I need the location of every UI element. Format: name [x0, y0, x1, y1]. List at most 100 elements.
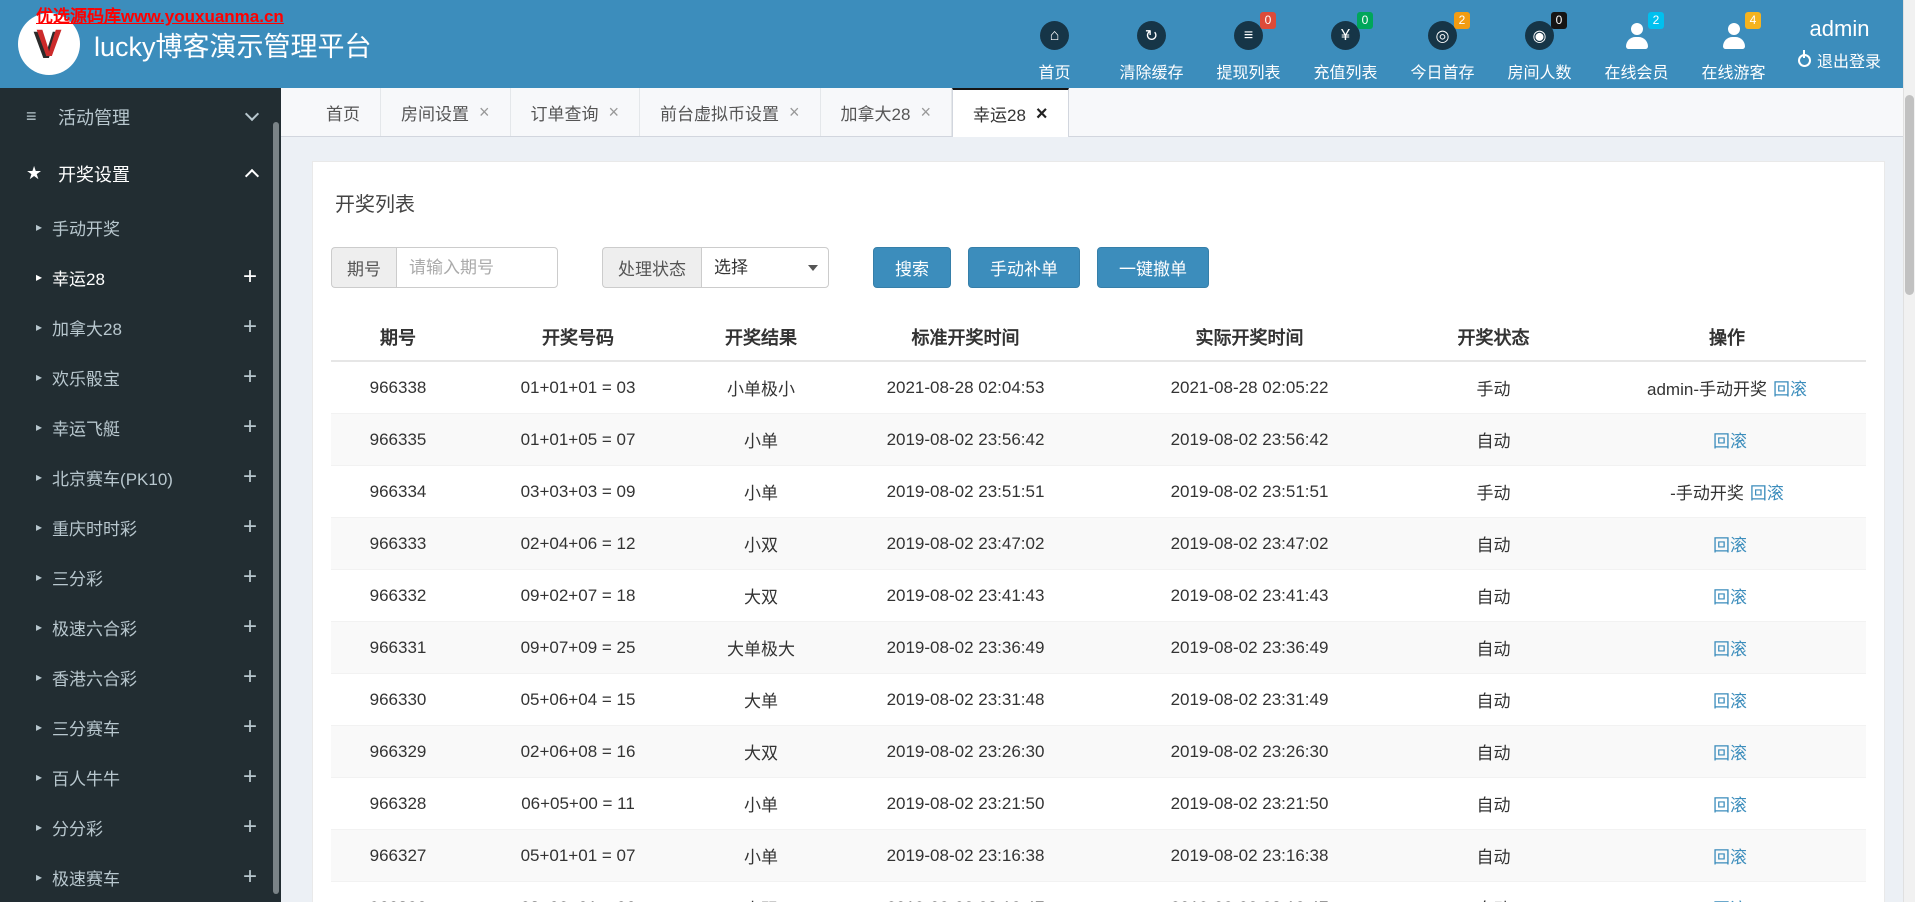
plus-icon[interactable]: + [243, 465, 257, 489]
sidebar-item-happy-sicbo[interactable]: ▸ 欢乐骰宝 + [0, 352, 281, 402]
plus-icon[interactable]: + [243, 615, 257, 639]
plus-icon[interactable]: + [243, 415, 257, 439]
watermark-link[interactable]: 优选源码库www.youxuanma.cn [36, 2, 284, 27]
nav-badge: 2 [1453, 12, 1470, 29]
tab-home[interactable]: 首页 [306, 88, 381, 136]
sidebar-item-chongqing-ssc[interactable]: ▸ 重庆时时彩 + [0, 502, 281, 552]
sidebar-item-speed-mark-six[interactable]: ▸ 极速六合彩 + [0, 602, 281, 652]
cell-draw-status: 自动 [1399, 413, 1588, 466]
tab-close-icon[interactable]: × [789, 103, 800, 121]
tab-close-icon[interactable]: × [1036, 104, 1048, 124]
table-row-966330: 966330 05+06+04 = 15 大单 2019-08-02 23:31… [331, 673, 1866, 726]
cell-actual-time: 2019-08-02 23:36:49 [1100, 621, 1399, 674]
sidebar-item-three-min-lottery[interactable]: ▸ 三分彩 + [0, 552, 281, 602]
plus-icon[interactable]: + [243, 765, 257, 789]
logout-button[interactable]: 退出登录 [1797, 48, 1881, 72]
tab-close-icon[interactable]: × [479, 103, 490, 121]
sidebar-section-label: 开奖设置 [58, 164, 130, 185]
sidebar-item-fenfen-lottery[interactable]: ▸ 分分彩 + [0, 802, 281, 852]
cell-actual-time: 2019-08-02 23:41:43 [1100, 569, 1399, 622]
sidebar-item-hk-mark-six[interactable]: ▸ 香港六合彩 + [0, 652, 281, 702]
tab-lucky-28[interactable]: 幸运28 × [951, 88, 1069, 137]
rollback-link[interactable]: 回滚 [1713, 796, 1747, 815]
cell-draw-code: 05+06+04 = 15 [465, 673, 691, 726]
cell-actual-time: 2019-08-02 23:26:30 [1100, 725, 1399, 778]
sidebar-section-activity-management[interactable]: ≡ 活动管理 [0, 88, 281, 145]
plus-icon[interactable]: + [243, 865, 257, 889]
page-scrollbar[interactable] [1903, 0, 1915, 902]
plus-icon[interactable]: + [243, 515, 257, 539]
rollback-link[interactable]: 回滚 [1713, 848, 1747, 867]
rollback-link[interactable]: 回滚 [1713, 536, 1747, 555]
cell-standard-time: 2019-08-02 23:26:30 [831, 725, 1100, 778]
sidebar-scrollbar[interactable] [273, 122, 279, 894]
cell-issue: 966334 [331, 465, 465, 518]
draw-list-card: 开奖列表 期号 处理状态 选择 搜索 手动补单 一键撤 [312, 161, 1885, 902]
sidebar-item-beijing-racing-pk10[interactable]: ▸ 北京赛车(PK10) + [0, 452, 281, 502]
sidebar-item-bairen-niuniu[interactable]: ▸ 百人牛牛 + [0, 752, 281, 802]
tab-front-virtual-coin-settings[interactable]: 前台虚拟币设置 × [640, 88, 821, 136]
sidebar-item-lucky-28[interactable]: ▸ 幸运28 + [0, 252, 281, 302]
plus-icon[interactable]: + [243, 665, 257, 689]
cell-draw-status: 自动 [1399, 621, 1588, 674]
rollback-link[interactable]: 回滚 [1713, 692, 1747, 711]
card-title: 开奖列表 [335, 194, 415, 216]
sidebar-item-three-min-racing[interactable]: ▸ 三分赛车 + [0, 702, 281, 752]
triangle-icon: ▸ [36, 370, 43, 384]
sidebar-section-draw-settings[interactable]: ★ 开奖设置 [0, 145, 281, 202]
rollback-link[interactable]: 回滚 [1713, 640, 1747, 659]
sidebar-item-manual-draw[interactable]: ▸ 手动开奖 [0, 202, 281, 252]
plus-icon[interactable]: + [243, 815, 257, 839]
rollback-link[interactable]: 回滚 [1713, 744, 1747, 763]
nav-label: 充值列表 [1313, 65, 1378, 82]
cell-issue: 966329 [331, 725, 465, 778]
plus-icon[interactable]: + [243, 265, 257, 289]
nav-label: 房间人数 [1507, 65, 1572, 82]
sidebar-item-label: 香港六合彩 [52, 669, 138, 689]
plus-icon[interactable]: + [243, 315, 257, 339]
cell-draw-code: 09+07+09 = 25 [465, 621, 691, 674]
chevron-down-icon [244, 106, 260, 122]
rollback-link[interactable]: 回滚 [1713, 432, 1747, 451]
plus-icon[interactable]: + [243, 715, 257, 739]
tab-bar: 首页 房间设置 × 订单查询 × 前台虚拟币设置 × 加拿大28 × 幸运28 … [281, 88, 1915, 137]
cell-standard-time: 2019-08-02 23:31:48 [831, 673, 1100, 726]
sidebar-item-canada-28[interactable]: ▸ 加拿大28 + [0, 302, 281, 352]
tab-room-settings[interactable]: 房间设置 × [381, 88, 511, 136]
nav-item-online-members[interactable]: 2 在线会员 [1588, 12, 1685, 83]
tab-canada-28[interactable]: 加拿大28 × [821, 88, 952, 136]
nav-item-today-first-deposit[interactable]: ◎ 2 今日首存 [1394, 12, 1491, 83]
cell-operation: 回滚 [1588, 517, 1866, 570]
tab-close-icon[interactable]: × [609, 103, 620, 121]
nav-item-recharge-list[interactable]: ¥ 0 充值列表 [1297, 12, 1394, 83]
nav-item-room-count[interactable]: ◉ 0 房间人数 [1491, 12, 1588, 83]
issue-input[interactable] [396, 247, 558, 288]
username: admin [1809, 16, 1870, 41]
search-button[interactable]: 搜索 [873, 247, 951, 288]
page-scrollbar-thumb[interactable] [1905, 95, 1914, 295]
sidebar-item-lucky-airship[interactable]: ▸ 幸运飞艇 + [0, 402, 281, 452]
table-row-966332: 966332 09+02+07 = 18 大双 2019-08-02 23:41… [331, 569, 1866, 622]
rollback-link[interactable]: 回滚 [1713, 588, 1747, 607]
cell-draw-status: 自动 [1399, 777, 1588, 830]
cell-operation: 回滚 [1588, 725, 1866, 778]
nav-item-online-guests[interactable]: 4 在线游客 [1685, 12, 1782, 83]
nav-item-withdraw-list[interactable]: ≡ 0 提现列表 [1200, 12, 1297, 83]
plus-icon[interactable]: + [243, 565, 257, 589]
nav-item-clear-cache[interactable]: ↻ 清除缓存 [1103, 21, 1200, 83]
rollback-link[interactable]: 回滚 [1750, 484, 1784, 503]
tab-close-icon[interactable]: × [920, 103, 931, 121]
cell-issue: 966332 [331, 569, 465, 622]
sidebar-item-speed-racing[interactable]: ▸ 极速赛车 + [0, 852, 281, 902]
nav-item-home[interactable]: ⌂ 首页 [1006, 21, 1103, 83]
plus-icon[interactable]: + [243, 365, 257, 389]
sidebar-item-label: 幸运28 [52, 269, 105, 289]
table-col-header-5: 开奖状态 [1399, 314, 1588, 362]
content-area: 开奖列表 期号 处理状态 选择 搜索 手动补单 一键撤 [281, 137, 1915, 902]
manual-fill-button[interactable]: 手动补单 [968, 247, 1080, 288]
tab-order-query[interactable]: 订单查询 × [511, 88, 641, 136]
one-key-cancel-button[interactable]: 一键撤单 [1097, 247, 1209, 288]
rollback-link[interactable]: 回滚 [1773, 380, 1807, 399]
status-select[interactable]: 选择 [701, 247, 829, 288]
cell-operation: 回滚 [1588, 829, 1866, 882]
